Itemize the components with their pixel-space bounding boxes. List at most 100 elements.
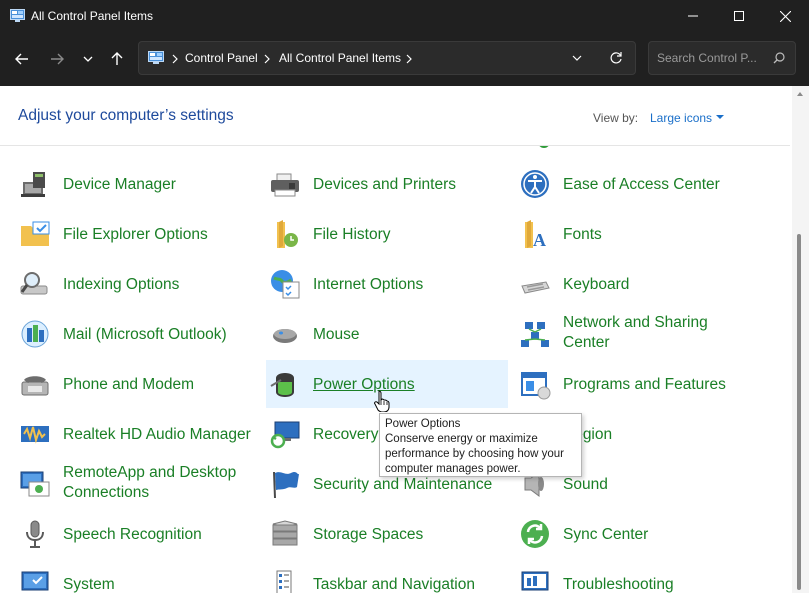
- system-icon: [21, 571, 49, 591]
- item-label: Keyboard: [563, 276, 630, 293]
- close-button[interactable]: [762, 0, 808, 32]
- scroll-up-icon[interactable]: [797, 92, 803, 96]
- item-fonts[interactable]: A Fonts: [516, 210, 758, 258]
- page-title: Adjust your computer’s settings: [18, 107, 234, 124]
- address-dropdown-icon[interactable]: [572, 54, 582, 62]
- arrow-up-icon: [111, 52, 123, 65]
- item-label: RemoteApp and Desktop Connections: [63, 464, 237, 501]
- item-network-and-sharing-center[interactable]: Network and Sharing Center: [516, 310, 758, 358]
- item-keyboard[interactable]: Keyboard: [516, 260, 758, 308]
- item-label: Phone and Modem: [63, 376, 194, 393]
- item-storage-spaces[interactable]: Storage Spaces: [266, 510, 508, 558]
- maximize-icon: [734, 11, 744, 21]
- item-label: Security and Maintenance: [313, 476, 493, 493]
- item-label: Device Manager: [63, 176, 176, 193]
- item-file-explorer-options[interactable]: File Explorer Options: [16, 210, 258, 258]
- svg-text:A: A: [533, 230, 546, 250]
- keyboard-icon: [521, 281, 550, 294]
- programs-icon: [521, 372, 551, 400]
- item-sync-center[interactable]: Sync Center: [516, 510, 758, 558]
- chevron-down-icon: [83, 56, 93, 62]
- partial-item-icon: [24, 146, 44, 148]
- item-label: Storage Spaces: [313, 526, 424, 543]
- battery-icon: [270, 373, 294, 397]
- item-label: Speech Recognition: [63, 526, 202, 543]
- item-mail[interactable]: Mail (Microsoft Outlook): [16, 310, 258, 358]
- partial-item-icon: [539, 146, 549, 148]
- item-label: Network and Sharing Center: [563, 314, 708, 351]
- troubleshooting-icon: [521, 571, 549, 591]
- search-box[interactable]: [648, 41, 796, 75]
- maximize-button[interactable]: [716, 0, 762, 32]
- arrow-left-icon: [15, 53, 28, 65]
- item-label: Realtek HD Audio Manager: [63, 426, 251, 443]
- up-button[interactable]: [104, 46, 130, 72]
- item-label: Recovery: [313, 426, 379, 443]
- arrow-right-icon: [51, 53, 64, 65]
- storage-icon: [272, 520, 298, 546]
- chevron-right-icon: [406, 54, 412, 64]
- flag-icon: [273, 471, 299, 499]
- item-devices-and-printers[interactable]: Devices and Printers: [266, 160, 508, 208]
- sync-icon: [521, 520, 549, 548]
- chevron-right-icon: [172, 54, 178, 64]
- item-taskbar-and-navigation[interactable]: Taskbar and Navigation: [266, 560, 508, 593]
- item-remoteapp-and-desktop-connections[interactable]: RemoteApp and Desktop Connections: [16, 460, 258, 508]
- back-button[interactable]: [9, 46, 35, 72]
- item-mouse[interactable]: Mouse: [266, 310, 508, 358]
- item-label: File Explorer Options: [63, 226, 208, 243]
- item-programs-and-features[interactable]: Programs and Features: [516, 360, 758, 408]
- control-panel-icon: [148, 51, 164, 64]
- item-label: Ease of Access Center: [563, 176, 720, 193]
- vertical-scrollbar[interactable]: [792, 86, 809, 593]
- navigation-bar: Control Panel All Control Panel Items: [0, 32, 809, 86]
- item-ease-of-access-center[interactable]: Ease of Access Center: [516, 160, 758, 208]
- scrollbar-thumb[interactable]: [797, 234, 801, 590]
- item-realtek-hd-audio-manager[interactable]: Realtek HD Audio Manager: [16, 410, 258, 458]
- device-manager-icon: [21, 172, 45, 197]
- address-bar[interactable]: Control Panel All Control Panel Items: [138, 41, 636, 75]
- internet-options-icon: [271, 270, 300, 299]
- tooltip-title: Power Options: [385, 418, 461, 430]
- item-internet-options[interactable]: Internet Options: [266, 260, 508, 308]
- item-label: Mail (Microsoft Outlook): [63, 326, 227, 343]
- forward-button[interactable]: [44, 46, 70, 72]
- chevron-right-icon: [264, 54, 270, 64]
- caret-down-icon[interactable]: [716, 115, 724, 119]
- control-panel-items: Device Manager Devices and Printers Ease…: [0, 146, 792, 593]
- breadcrumb-control-panel[interactable]: Control Panel: [185, 51, 258, 65]
- item-label: Internet Options: [313, 276, 424, 293]
- power-options-tooltip: Power Options Conserve energy or maximiz…: [379, 413, 582, 477]
- view-by-label: View by:: [593, 111, 639, 125]
- item-label: System: [63, 576, 115, 593]
- minimize-button[interactable]: [670, 0, 716, 32]
- recent-locations-button[interactable]: [75, 46, 101, 72]
- breadcrumb-all-items[interactable]: All Control Panel Items: [279, 51, 401, 65]
- item-file-history[interactable]: File History: [266, 210, 508, 258]
- realtek-audio-icon: [21, 426, 49, 444]
- item-phone-and-modem[interactable]: Phone and Modem: [16, 360, 258, 408]
- item-label: Devices and Printers: [313, 176, 457, 193]
- tooltip-body: Conserve energy or maximize performance …: [385, 433, 564, 475]
- item-device-manager[interactable]: Device Manager: [16, 160, 258, 208]
- item-label: Sync Center: [563, 526, 649, 543]
- control-panel-icon: [10, 9, 25, 22]
- title-bar: All Control Panel Items: [0, 0, 809, 32]
- view-by-dropdown[interactable]: Large icons: [650, 111, 712, 125]
- item-label: Taskbar and Navigation: [313, 576, 475, 593]
- microphone-icon: [26, 520, 44, 548]
- recovery-icon: [270, 421, 300, 449]
- folder-options-icon: [21, 221, 50, 246]
- item-indexing-options[interactable]: Indexing Options: [16, 260, 258, 308]
- item-label: File History: [313, 226, 391, 243]
- item-troubleshooting[interactable]: Troubleshooting: [516, 560, 758, 593]
- item-label: Sound: [563, 476, 608, 493]
- printer-icon: [271, 173, 299, 197]
- item-system[interactable]: System: [16, 560, 258, 593]
- refresh-icon[interactable]: [609, 51, 623, 65]
- item-label: Fonts: [563, 226, 602, 243]
- content-area: Adjust your computer’s settings View by:…: [0, 86, 809, 593]
- item-speech-recognition[interactable]: Speech Recognition: [16, 510, 258, 558]
- search-input[interactable]: [657, 50, 767, 66]
- search-icon[interactable]: [773, 52, 785, 64]
